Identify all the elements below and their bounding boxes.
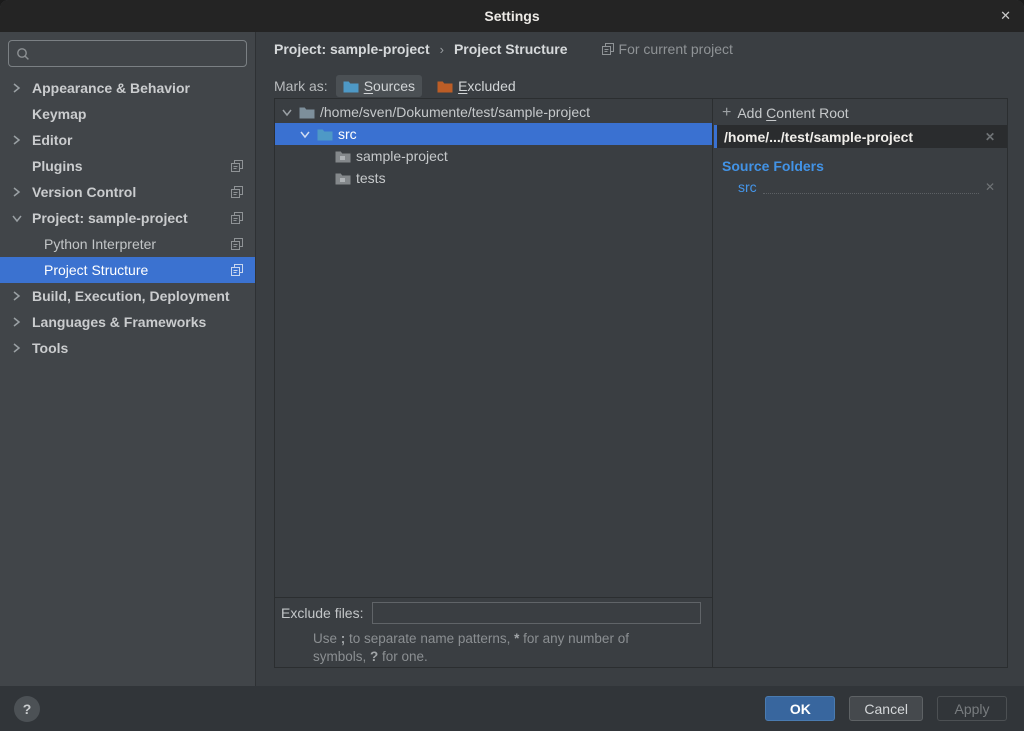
- content-root-row[interactable]: /home/.../test/sample-project ✕: [714, 125, 1007, 148]
- scope-note: For current project: [602, 41, 733, 57]
- sidebar-item-tools[interactable]: Tools: [0, 335, 255, 361]
- window-title: Settings: [484, 8, 539, 24]
- source-folder-name: src: [738, 179, 757, 195]
- window-close-icon[interactable]: ✕: [1000, 0, 1011, 32]
- breadcrumb-page: Project Structure: [454, 41, 568, 57]
- tree-label: src: [338, 126, 357, 142]
- remove-content-root-icon[interactable]: ✕: [985, 130, 995, 144]
- sidebar-item-appearance-behavior[interactable]: Appearance & Behavior: [0, 75, 255, 101]
- scope-label: For current project: [619, 41, 733, 57]
- cancel-button[interactable]: Cancel: [849, 696, 923, 721]
- chevron-right-icon: [12, 317, 32, 327]
- chevron-down-icon[interactable]: [12, 214, 32, 223]
- tree-label: tests: [356, 170, 386, 186]
- dialog-footer: ? OK Cancel Apply: [0, 686, 1024, 731]
- mark-excluded-button[interactable]: Excluded: [430, 75, 523, 97]
- per-project-icon: [231, 212, 243, 224]
- settings-dialog: Settings ✕ Appearance & Behavior Keymap …: [0, 0, 1024, 731]
- content-root-path: /home/.../test/sample-project: [724, 129, 913, 145]
- structure-frame: /home/sven/Dokumente/test/sample-project…: [274, 98, 1008, 668]
- per-project-icon: [231, 264, 243, 276]
- source-folders-title: Source Folders: [722, 158, 1007, 174]
- sidebar-item-plugins[interactable]: Plugins: [0, 153, 255, 179]
- sidebar-item-python-interpreter[interactable]: Python Interpreter: [0, 231, 255, 257]
- source-folder-row[interactable]: src ✕: [738, 176, 995, 198]
- search-input[interactable]: [36, 46, 239, 61]
- tree-column: /home/sven/Dokumente/test/sample-project…: [275, 99, 713, 667]
- folder-icon: [335, 150, 351, 163]
- chevron-right-icon: [12, 83, 32, 93]
- tree-row-tests[interactable]: tests: [275, 167, 712, 189]
- sources-folder-icon: [343, 80, 359, 93]
- settings-search[interactable]: [8, 40, 247, 67]
- source-folder-icon: [317, 128, 333, 141]
- settings-sidebar: Appearance & Behavior Keymap Editor Plug…: [0, 32, 256, 686]
- titlebar: Settings ✕: [0, 0, 1024, 32]
- breadcrumb: Project: sample-project › Project Struct…: [274, 41, 733, 57]
- tree-row-sample-project[interactable]: sample-project: [275, 145, 712, 167]
- main-panel: Project: sample-project › Project Struct…: [257, 32, 1024, 686]
- mark-sources-button[interactable]: Sources: [336, 75, 422, 97]
- per-project-icon: [231, 160, 243, 172]
- exclude-files-help: Use ; to separate name patterns, * for a…: [313, 630, 663, 666]
- sidebar-item-project-structure[interactable]: Project Structure: [0, 257, 255, 283]
- chevron-down-icon[interactable]: [300, 130, 312, 139]
- dotted-leader: [763, 180, 979, 193]
- plus-icon: +: [722, 105, 731, 121]
- chevron-right-icon: [12, 187, 32, 197]
- content-roots-column: + Add Content Root /home/.../test/sample…: [714, 99, 1007, 667]
- exclude-files-section: Exclude files: Use ; to separate name pa…: [275, 598, 712, 667]
- tree-label: sample-project: [356, 148, 448, 164]
- sidebar-item-project-sample-project[interactable]: Project: sample-project: [0, 205, 255, 231]
- add-content-root-button[interactable]: + Add Content Root: [714, 101, 1007, 125]
- exclude-files-input[interactable]: [372, 602, 701, 624]
- chevron-down-icon[interactable]: [282, 108, 294, 117]
- folder-icon: [335, 172, 351, 185]
- breadcrumb-separator-icon: ›: [440, 42, 444, 57]
- tree-row-src[interactable]: src: [275, 123, 712, 145]
- sidebar-item-keymap[interactable]: Keymap: [0, 101, 255, 127]
- chevron-right-icon: [12, 135, 32, 145]
- sidebar-item-editor[interactable]: Editor: [0, 127, 255, 153]
- excluded-folder-icon: [437, 80, 453, 93]
- apply-button[interactable]: Apply: [937, 696, 1007, 721]
- per-project-icon: [602, 43, 614, 55]
- settings-nav: Appearance & Behavior Keymap Editor Plug…: [0, 75, 255, 361]
- ok-button[interactable]: OK: [765, 696, 835, 721]
- chevron-right-icon: [12, 291, 32, 301]
- folder-icon: [299, 106, 315, 119]
- breadcrumb-project[interactable]: Project: sample-project: [274, 41, 430, 57]
- per-project-icon: [231, 238, 243, 250]
- tree-row-content-root[interactable]: /home/sven/Dokumente/test/sample-project: [275, 101, 712, 123]
- sidebar-item-languages-frameworks[interactable]: Languages & Frameworks: [0, 309, 255, 335]
- directory-tree: /home/sven/Dokumente/test/sample-project…: [275, 99, 712, 598]
- sidebar-item-build-execution-deployment[interactable]: Build, Execution, Deployment: [0, 283, 255, 309]
- exclude-files-label: Exclude files:: [281, 605, 363, 621]
- search-icon: [16, 47, 30, 61]
- chevron-right-icon: [12, 343, 32, 353]
- remove-source-folder-icon[interactable]: ✕: [985, 180, 995, 194]
- tree-label: /home/sven/Dokumente/test/sample-project: [320, 104, 590, 120]
- mark-as-label: Mark as:: [274, 78, 328, 94]
- sidebar-item-version-control[interactable]: Version Control: [0, 179, 255, 205]
- mark-as-toolbar: Mark as: Sources Excluded: [274, 73, 523, 99]
- per-project-icon: [231, 186, 243, 198]
- help-button[interactable]: ?: [14, 696, 40, 722]
